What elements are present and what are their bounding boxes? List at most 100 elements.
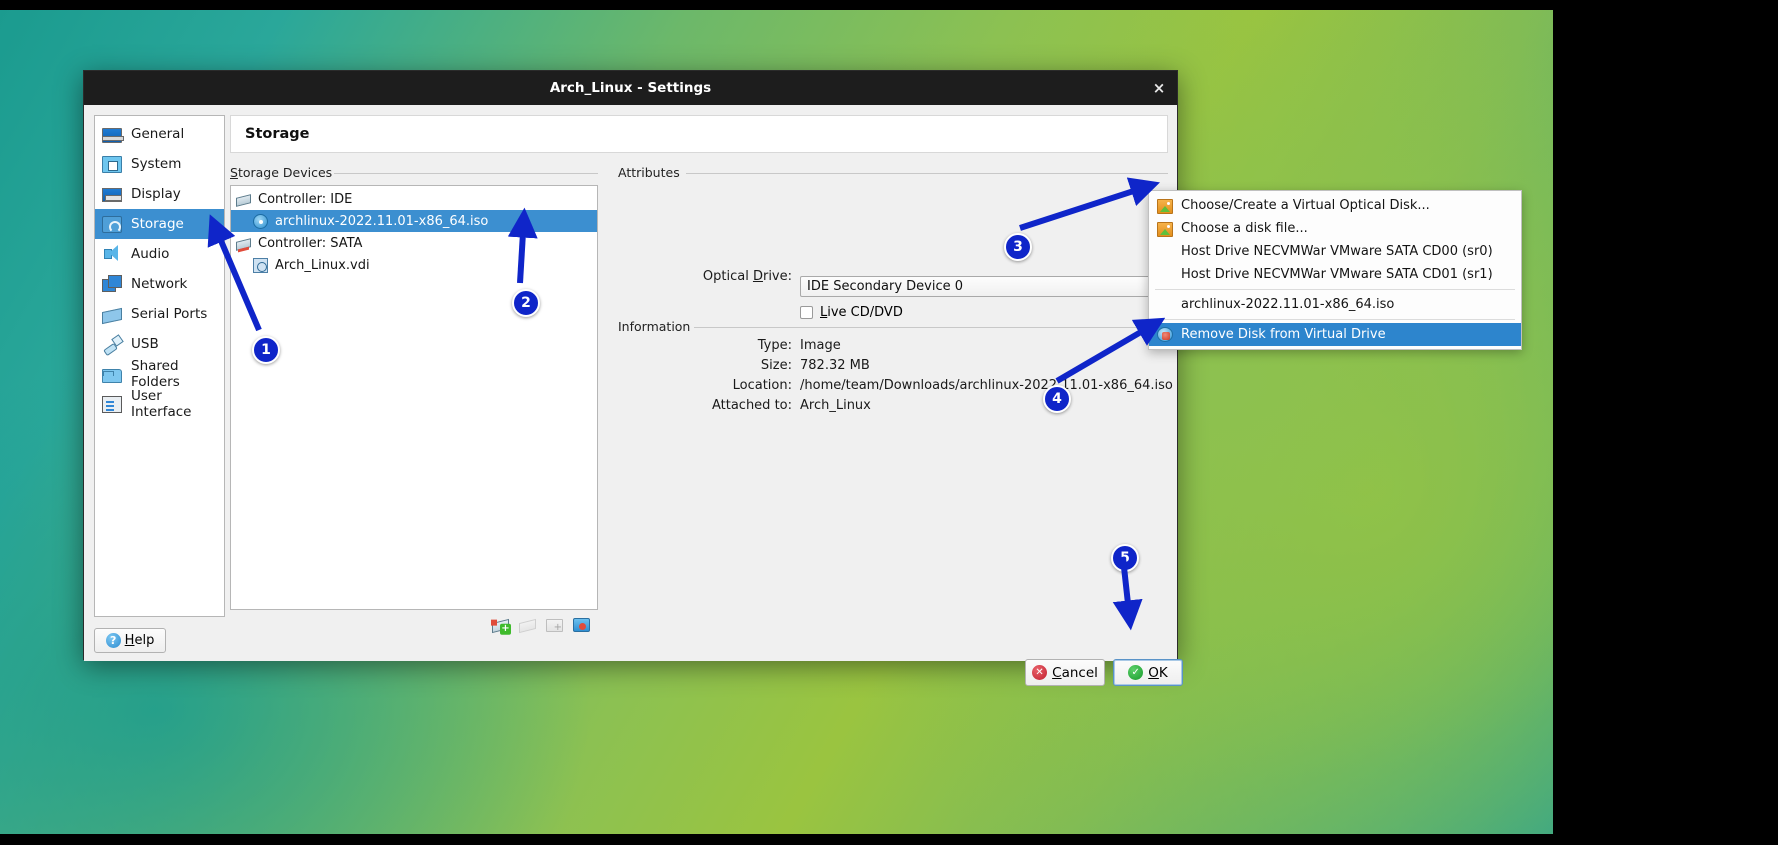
info-key-type: Type: [696,338,792,353]
info-key-size: Size: [696,358,792,373]
sidebar-item-network[interactable]: Network [95,269,224,299]
tree-row[interactable]: archlinux-2022.11.01-x86_64.iso [231,210,597,232]
tree-row[interactable]: Controller: IDE [231,188,597,210]
settings-dialog: Arch_Linux - Settings × General System D… [83,70,1178,660]
sidebar-item-label: Audio [131,246,169,262]
tree-row-label: archlinux-2022.11.01-x86_64.iso [275,214,488,229]
info-value-location: /home/team/Downloads/archlinux-2022.11.0… [800,378,1173,393]
group-divider [334,173,598,174]
add-controller-icon[interactable] [492,618,509,632]
remove-controller-icon[interactable] [519,618,536,632]
sidebar-item-system[interactable]: System [95,149,224,179]
sidebar-item-label: Display [131,186,181,202]
group-divider [686,173,1168,174]
sidebar-item-label: Serial Ports [131,306,207,322]
menu-item-label: Host Drive NECVMWar VMware SATA CD01 (sr… [1181,267,1493,282]
sidebar-item-storage[interactable]: Storage [95,209,224,239]
speaker-icon [102,244,122,264]
tree-row-label: Controller: IDE [258,192,352,207]
remove-disk-icon [1157,327,1173,342]
dialog-body: General System Display Storage Audio [84,105,1177,661]
storage-devices-group-label: Storage Devices [230,165,338,180]
menu-item-label: Choose/Create a Virtual Optical Disk... [1181,198,1430,213]
information-group-label: Information [618,319,696,334]
step-badge-4: 4 [1043,385,1071,413]
sidebar-item-label: General [131,126,184,142]
help-button-label: elp [134,633,154,648]
folder-icon [102,369,122,383]
menu-item-archlinux-iso[interactable]: archlinux-2022.11.01-x86_64.iso [1149,293,1521,316]
storage-disk-icon [102,216,122,233]
sidebar-item-label: User Interface [131,388,224,420]
menu-item-label: Remove Disk from Virtual Drive [1181,327,1386,342]
info-value-size: 782.32 MB [800,358,870,373]
menu-item-host-drive-cd01[interactable]: Host Drive NECVMWar VMware SATA CD01 (sr… [1149,263,1521,286]
sidebar-item-shared-folders[interactable]: Shared Folders [95,359,224,389]
folder-image-icon [1157,199,1173,214]
storage-tree-toolbar [230,612,598,636]
help-button[interactable]: ? Help [94,628,166,653]
sidebar-item-label: Storage [131,216,184,232]
menu-item-choose-create-virtual-optical-disk[interactable]: Choose/Create a Virtual Optical Disk... [1149,194,1521,217]
sidebar-item-serial-ports[interactable]: Serial Ports [95,299,224,329]
group-divider [694,327,1168,328]
tree-row-label: Controller: SATA [258,236,362,251]
tree-row-label: Arch_Linux.vdi [275,258,370,273]
sata-controller-icon [236,238,251,251]
optical-drive-label: Optical Drive: [684,269,792,284]
page-title: Storage [230,115,1168,153]
tree-row[interactable]: Controller: SATA [231,232,597,254]
menu-item-choose-a-disk-file[interactable]: Choose a disk file... [1149,217,1521,240]
settings-sidebar: General System Display Storage Audio [94,115,225,617]
cancel-button[interactable]: ✕ Cancel [1025,659,1105,686]
cancel-button-label: Cancel [1052,665,1098,681]
info-value-attached-to: Arch_Linux [800,398,871,413]
desktop: Arch_Linux - Settings × General System D… [0,0,1778,845]
menu-item-host-drive-cd00[interactable]: Host Drive NECVMWar VMware SATA CD00 (sr… [1149,240,1521,263]
optical-drive-value: IDE Secondary Device 0 [807,279,963,294]
sidebar-item-audio[interactable]: Audio [95,239,224,269]
info-key-attached-to: Attached to: [696,398,792,413]
hard-disk-icon [253,258,268,273]
question-mark-icon: ? [106,633,121,648]
menu-separator [1155,289,1515,290]
add-attachment-icon[interactable] [546,619,563,632]
network-icon [102,274,122,294]
dialog-titlebar: Arch_Linux - Settings × [84,71,1177,105]
ok-button-label: OK [1148,665,1168,681]
storage-devices-tree[interactable]: Controller: IDE archlinux-2022.11.01-x86… [230,185,598,610]
attributes-group-label: Attributes [618,165,686,180]
menu-item-label: Choose a disk file... [1181,221,1308,236]
close-circle-icon: ✕ [1032,665,1047,680]
remove-attachment-icon[interactable] [573,618,590,632]
optical-disk-icon [253,214,268,229]
display-icon [102,188,122,202]
menu-item-label: Host Drive NECVMWar VMware SATA CD00 (sr… [1181,244,1493,259]
ide-controller-icon [236,194,251,207]
sidebar-item-label: USB [131,336,159,352]
check-circle-icon: ✓ [1128,665,1143,680]
interface-icon [102,396,122,413]
sidebar-item-label: System [131,156,181,172]
sidebar-item-label: Shared Folders [131,358,224,390]
sidebar-item-usb[interactable]: USB [95,329,224,359]
dialog-title: Arch_Linux - Settings [550,80,711,96]
menu-separator [1155,319,1515,320]
step-badge-2: 2 [512,289,540,317]
chip-icon [102,156,122,173]
sidebar-item-general[interactable]: General [95,119,224,149]
sidebar-item-user-interface[interactable]: User Interface [95,389,224,419]
sidebar-item-display[interactable]: Display [95,179,224,209]
ok-button[interactable]: ✓ OK [1113,659,1183,686]
menu-item-remove-disk-from-virtual-drive[interactable]: Remove Disk from Virtual Drive [1149,323,1521,346]
optical-drive-context-menu: Choose/Create a Virtual Optical Disk... … [1148,190,1522,350]
serial-port-icon [102,308,122,324]
live-cd-label: Live CD/DVD [820,305,903,320]
close-icon[interactable]: × [1149,78,1169,98]
checkbox-box [800,306,813,319]
live-cd-checkbox[interactable]: Live CD/DVD [800,305,903,320]
info-key-location: Location: [696,378,792,393]
tree-row[interactable]: Arch_Linux.vdi [231,254,597,276]
step-badge-5: 5 [1111,544,1139,572]
menu-item-label: archlinux-2022.11.01-x86_64.iso [1181,297,1394,312]
